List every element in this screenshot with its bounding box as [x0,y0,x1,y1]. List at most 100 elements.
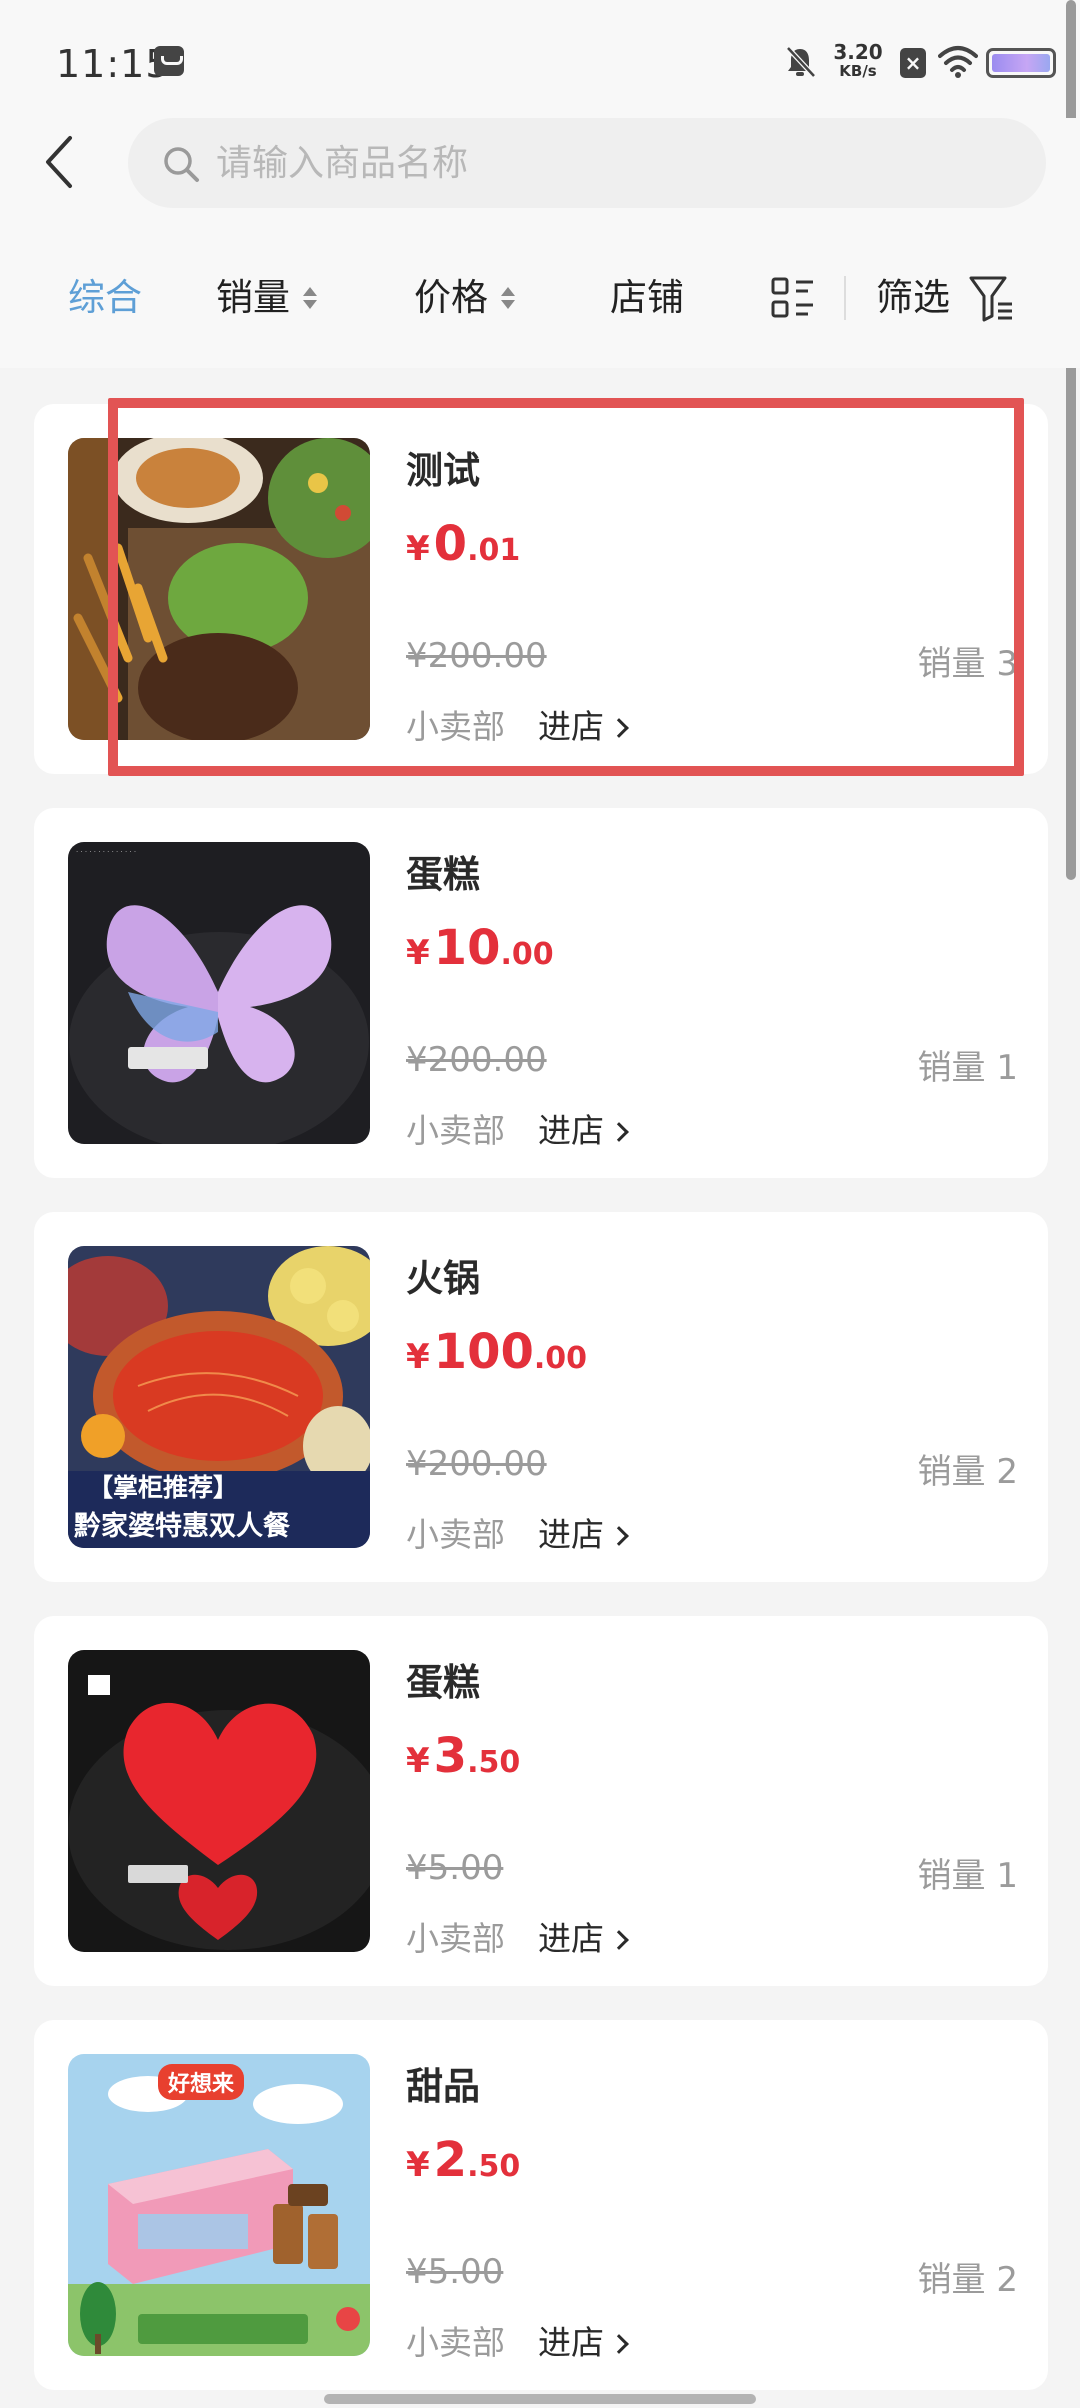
image-brand-label: 好想来 [158,2064,245,2100]
network-speed: 3.20 KB/s [828,42,888,79]
original-price: ¥200.00 [406,1040,547,1080]
enter-shop-link[interactable]: 进店 [538,1508,629,1556]
header: 综合 销量 价格 店铺 筛选 [0,118,1080,368]
price-decimal: .50 [467,1745,521,1780]
product-card[interactable]: 【掌柜推荐】 黔家婆特惠双人餐 火锅 ¥100.00 ¥200.00 销量 2 … [34,1212,1048,1582]
price-integer: 0 [433,516,468,572]
sales-count: 销量 1 [917,1856,1018,1896]
product-price: ¥3.50 [406,1728,520,1784]
shop-name: 小卖部 [406,707,505,746]
message-icon [154,46,184,76]
price-integer: 10 [433,920,501,976]
chevron-right-icon [609,1526,629,1546]
product-image[interactable]: · · · · · · · · · · · · · · [68,842,370,1144]
price-symbol: ¥ [406,933,430,973]
product-image[interactable]: 【掌柜推荐】 黔家婆特惠双人餐 [68,1246,370,1548]
chevron-right-icon [609,1930,629,1950]
image-caption-top: 【掌柜推荐】 [88,1473,239,1502]
product-card[interactable]: 蛋糕 ¥3.50 ¥5.00 销量 1 小卖部 进店 [34,1616,1048,1986]
status-bar: 11:15 3.20 KB/s × [0,0,1080,118]
product-price: ¥2.50 [406,2132,520,2188]
sort-arrows-icon [500,285,516,311]
svg-text:· · · · · · · · · · · · · ·: · · · · · · · · · · · · · · [76,848,136,856]
product-price: ¥0.01 [406,516,520,572]
enter-shop-label: 进店 [538,2323,604,2362]
product-name: 蛋糕 [406,1661,480,1704]
sim-x-icon: × [900,48,926,78]
shop-name: 小卖部 [406,1919,505,1958]
price-symbol: ¥ [406,1741,430,1781]
enter-shop-label: 进店 [538,707,604,746]
net-speed-unit: KB/s [839,62,877,80]
product-name: 测试 [406,449,480,492]
status-icons: 3.20 KB/s × [680,0,1080,118]
chevron-left-icon [46,136,72,188]
steak-salad-pasta-image [68,438,370,740]
enter-shop-label: 进店 [538,1515,604,1554]
sort-sales-label: 销量 [216,276,290,319]
enter-shop-link[interactable]: 进店 [538,1104,629,1152]
enter-shop-link[interactable]: 进店 [538,1912,629,1960]
price-decimal: .50 [467,2149,521,2184]
net-speed-value: 3.20 [833,40,883,64]
price-decimal: .01 [467,533,521,568]
bell-off-icon [786,46,816,78]
filter-icon[interactable] [968,274,1016,324]
shop-name: 小卖部 [406,2323,505,2362]
product-price: ¥100.00 [406,1324,587,1380]
wifi-icon [938,46,978,78]
heart-cake-image [68,1650,370,1952]
sort-price[interactable]: 价格 [414,238,516,358]
product-price: ¥10.00 [406,920,554,976]
product-card[interactable]: 好想来 甜品 ¥2.50 ¥5.00 销量 2 小卖部 进店 [34,2020,1048,2390]
search-box[interactable] [128,118,1046,208]
sales-count: 销量 3 [917,644,1018,684]
original-price: ¥5.00 [406,1848,504,1888]
product-name: 火锅 [406,1257,480,1300]
shop-name: 小卖部 [406,1111,505,1150]
search-input[interactable] [216,118,996,208]
image-caption-bottom: 黔家婆特惠双人餐 [74,1511,290,1542]
price-symbol: ¥ [406,1337,430,1377]
butterfly-cake-image: · · · · · · · · · · · · · · [68,842,370,1144]
price-integer: 3 [433,1728,468,1784]
search-icon [164,147,199,182]
sales-count: 销量 1 [917,1048,1018,1088]
product-card[interactable]: · · · · · · · · · · · · · · 蛋糕 ¥10.00 ¥2… [34,808,1048,1178]
product-image[interactable] [68,1650,370,1952]
product-card[interactable]: 测试 ¥0.01 ¥200.00 销量 3 小卖部 进店 [34,404,1048,774]
filter-label[interactable]: 筛选 [876,238,950,358]
enter-shop-link[interactable]: 进店 [538,2316,629,2364]
enter-shop-label: 进店 [538,1919,604,1958]
shop-name: 小卖部 [406,1515,505,1554]
price-integer: 100 [433,1324,534,1380]
original-price: ¥5.00 [406,2252,504,2292]
battery-icon [986,48,1056,78]
layout-toggle-icon[interactable] [770,276,816,320]
chevron-right-icon [609,718,629,738]
sort-arrows-icon [302,285,318,311]
sort-sales[interactable]: 销量 [216,238,318,358]
sales-count: 销量 2 [917,2260,1018,2300]
sort-price-label: 价格 [414,276,488,319]
original-price: ¥200.00 [406,1444,547,1484]
home-indicator [324,2394,756,2404]
price-symbol: ¥ [406,529,430,569]
original-price: ¥200.00 [406,636,547,676]
sort-bar: 综合 销量 价格 店铺 筛选 [0,238,1080,358]
price-symbol: ¥ [406,2145,430,2185]
sort-divider [844,276,846,320]
product-image[interactable]: 好想来 [68,2054,370,2356]
product-image[interactable] [68,438,370,740]
price-decimal: .00 [533,1341,588,1376]
sort-comprehensive[interactable]: 综合 [68,238,142,358]
back-button[interactable] [40,118,80,208]
product-name: 甜品 [406,2065,480,2108]
sort-shop[interactable]: 店铺 [610,238,684,358]
enter-shop-label: 进店 [538,1111,604,1150]
chevron-right-icon [609,2334,629,2354]
chevron-right-icon [609,1122,629,1142]
price-decimal: .00 [500,937,554,972]
enter-shop-link[interactable]: 进店 [538,700,629,748]
product-name: 蛋糕 [406,853,480,896]
